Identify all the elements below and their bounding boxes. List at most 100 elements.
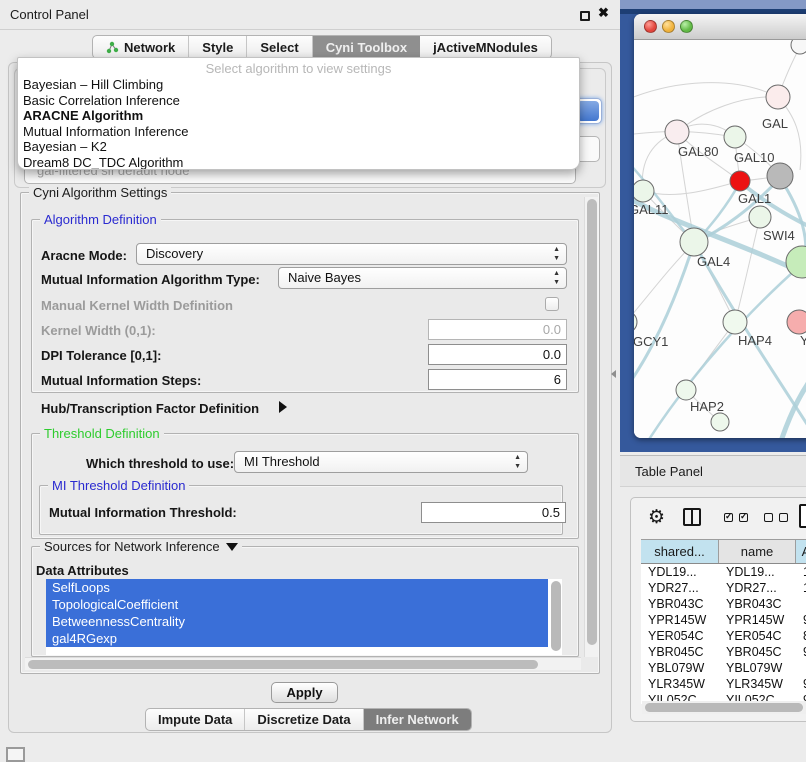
network-node[interactable] [791, 40, 806, 54]
control-panel: Control Panel ✖ Network Style Select Cyn… [0, 0, 620, 762]
table-horizontal-scrollbar[interactable] [642, 701, 806, 714]
tab-discretize-data[interactable]: Discretize Data [245, 709, 363, 730]
network-edge[interactable] [643, 181, 740, 195]
checked-checkbox-icon[interactable] [724, 513, 733, 522]
tab-select[interactable]: Select [247, 36, 312, 58]
algorithm-option[interactable]: Dream8 DC_TDC Algorithm [18, 155, 579, 170]
table-header-row: shared...nameA [641, 540, 806, 564]
collapse-arrow-icon[interactable] [226, 543, 238, 551]
tab-jactivemnodules[interactable]: jActiveMNodules [420, 36, 551, 58]
mi-type-combobox[interactable]: Naive Bayes ▲▼ [278, 267, 567, 289]
network-node-gal10[interactable] [724, 126, 746, 148]
attribute-list-item[interactable]: TopologicalCoefficient [46, 596, 548, 613]
tab-label: jActiveMNodules [433, 40, 538, 55]
table-row[interactable]: YLR345WYLR345W9. [641, 676, 806, 692]
document-icon[interactable] [799, 504, 806, 528]
network-node-gal[interactable] [766, 85, 790, 109]
table-cell [796, 660, 806, 676]
algorithm-option[interactable]: Basic Correlation Inference [18, 93, 579, 109]
algorithm-option[interactable]: Mutual Information Inference [18, 124, 579, 140]
network-edge[interactable] [646, 264, 802, 438]
columns-icon[interactable] [683, 508, 701, 526]
network-node-gal1[interactable] [730, 171, 750, 191]
settings-horizontal-scrollbar[interactable] [25, 657, 581, 670]
apply-button[interactable]: Apply [271, 682, 338, 703]
close-traffic-light-icon[interactable] [644, 20, 657, 33]
minimize-traffic-light-icon[interactable] [662, 20, 675, 33]
network-node-gcy1[interactable] [634, 311, 637, 333]
network-edge[interactable] [634, 243, 694, 322]
network-node-hap2[interactable] [676, 380, 696, 400]
mi-steps-field[interactable]: 6 [428, 369, 567, 390]
aracne-mode-combobox[interactable]: Discovery ▲▼ [136, 243, 567, 265]
table-cell: YPR145W [641, 612, 719, 628]
control-panel-title: Control Panel [10, 7, 89, 22]
node-table[interactable]: shared...nameA YDL19...YDL19...13YDR27..… [641, 539, 806, 704]
dpi-tolerance-field[interactable]: 0.0 [428, 344, 567, 365]
column-header[interactable]: A [796, 540, 806, 563]
table-row[interactable]: YDL19...YDL19...13 [641, 564, 806, 580]
tab-infer-network[interactable]: Infer Network [364, 709, 471, 730]
node-label: GAL11 [634, 202, 669, 217]
tab-impute-data[interactable]: Impute Data [146, 709, 245, 730]
mi-steps-label: Mutual Information Steps: [41, 373, 201, 388]
tab-style[interactable]: Style [189, 36, 247, 58]
network-node-hap4[interactable] [723, 310, 747, 334]
network-window-titlebar[interactable] [634, 14, 806, 40]
network-node-gal11[interactable] [634, 180, 654, 202]
network-node-gal4[interactable] [680, 228, 708, 256]
attribute-list-item[interactable]: gal4RGexp [46, 630, 548, 647]
table-row[interactable]: YDR27...YDR27...12 [641, 580, 806, 596]
data-attributes-list[interactable]: SelfLoopsTopologicalCoefficientBetweenne… [46, 579, 562, 655]
attribute-list-item[interactable]: BetweennessCentrality [46, 613, 548, 630]
network-node[interactable] [767, 163, 793, 189]
node-label: GAL1 [738, 191, 771, 206]
zoom-traffic-light-icon[interactable] [680, 20, 693, 33]
table-row[interactable]: YBR043CYBR043C [641, 596, 806, 612]
network-canvas[interactable]: GALGAL80GAL10GAL1GAL11SWI4GAL4GCY1HAP4YH… [634, 40, 806, 438]
attribute-list-item[interactable]: SelfLoops [46, 579, 548, 596]
combo-stepper-icon: ▲▼ [553, 269, 560, 287]
hub-section-label[interactable]: Hub/Transcription Factor Definition [41, 401, 259, 416]
unchecked-checkbox-icon[interactable] [764, 513, 773, 522]
mi-threshold-field[interactable]: 0.5 [421, 502, 566, 523]
settings-vertical-scrollbar[interactable] [584, 197, 598, 657]
sources-title-wrap[interactable]: Sources for Network Inference [40, 539, 242, 554]
column-header[interactable]: name [719, 540, 796, 563]
table-row[interactable]: YBL079WYBL079W [641, 660, 806, 676]
which-threshold-combobox[interactable]: MI Threshold ▲▼ [234, 451, 528, 473]
table-row[interactable]: YPR145WYPR145W9. [641, 612, 806, 628]
tab-cyni-toolbox[interactable]: Cyni Toolbox [313, 36, 420, 58]
minimized-panel-icon[interactable] [6, 747, 25, 762]
table-row[interactable]: YER054CYER054C8. [641, 628, 806, 644]
tab-network[interactable]: Network [93, 36, 189, 58]
column-header[interactable]: shared... [641, 540, 719, 563]
expand-arrow-icon[interactable] [279, 401, 287, 413]
network-node-swi4[interactable] [749, 206, 771, 228]
table-row[interactable]: YBR045CYBR045C9. [641, 644, 806, 660]
close-icon[interactable]: ✖ [598, 5, 609, 21]
node-label: HAP4 [738, 333, 772, 348]
node-label: GCY1 [634, 334, 668, 349]
algorithm-option[interactable]: Bayesian – Hill Climbing [18, 77, 579, 93]
network-node[interactable] [786, 246, 806, 278]
kernel-width-field[interactable]: 0.0 [428, 319, 567, 340]
panel-divider-collapse-icon[interactable] [611, 370, 616, 378]
network-node-y[interactable] [787, 310, 806, 334]
network-node[interactable] [711, 413, 729, 431]
network-edge[interactable] [634, 243, 694, 388]
manual-kernel-checkbox[interactable] [545, 297, 559, 311]
algorithm-option[interactable]: ARACNE Algorithm [18, 108, 579, 124]
table-toolbar: ⚙ [631, 498, 806, 538]
list-scrollbar[interactable] [551, 581, 561, 651]
aracne-mode-value: Discovery [146, 246, 203, 261]
float-window-icon[interactable] [580, 11, 590, 21]
table-cell: YDR27... [719, 580, 796, 596]
checked-checkbox-icon[interactable] [739, 513, 748, 522]
unchecked-checkbox-icon[interactable] [779, 513, 788, 522]
algorithm-option[interactable]: Bayesian – K2 [18, 139, 579, 155]
node-label: SWI4 [763, 228, 795, 243]
gear-icon[interactable]: ⚙ [648, 506, 665, 528]
network-node-gal80[interactable] [665, 120, 689, 144]
combo-stepper-icon: ▲▼ [514, 453, 521, 471]
